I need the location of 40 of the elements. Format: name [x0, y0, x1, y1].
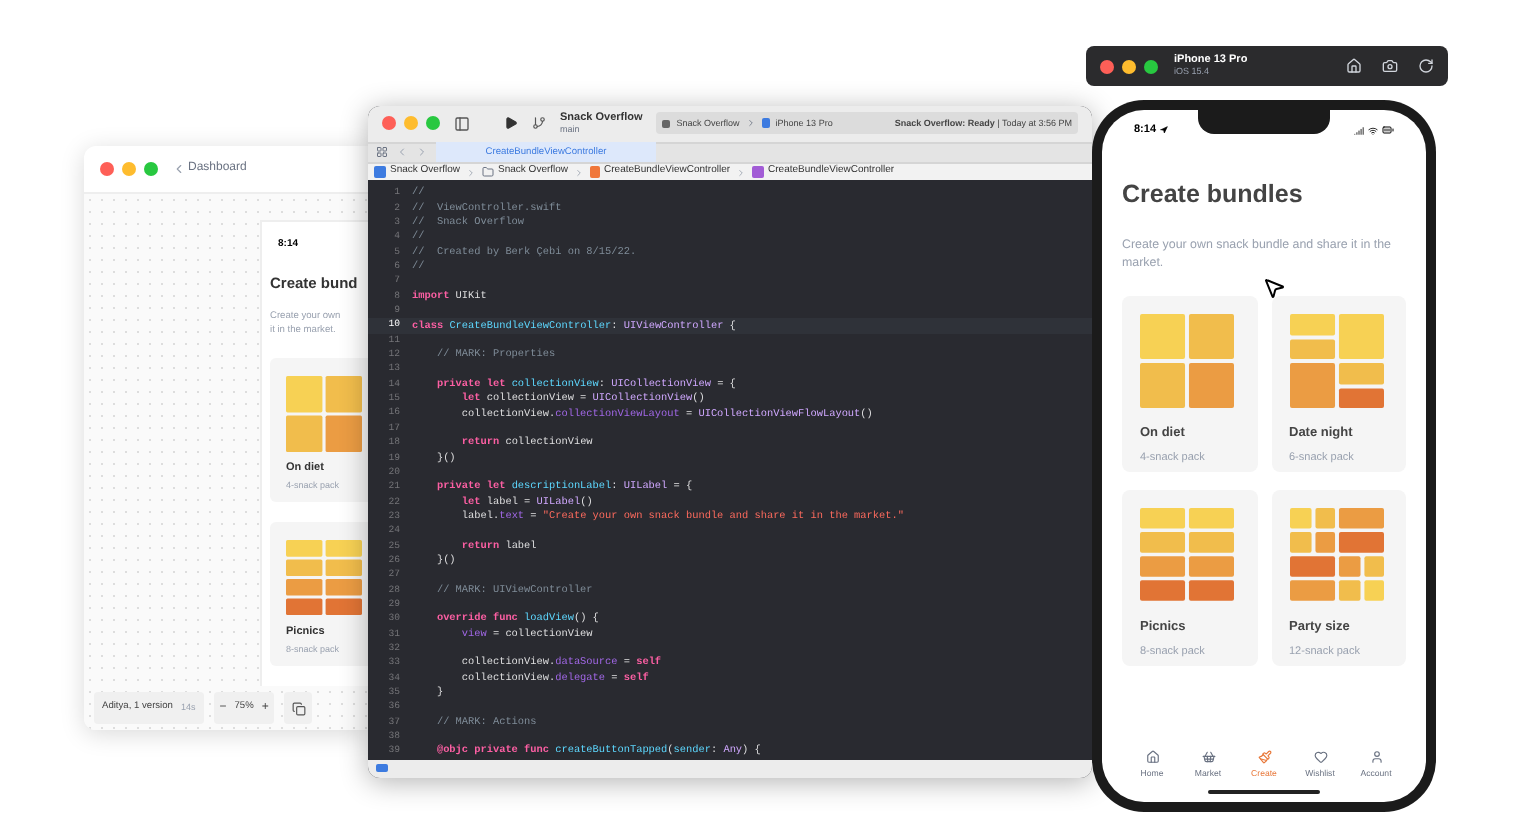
snack-tiles-icon [286, 375, 362, 452]
run-icon[interactable] [504, 116, 518, 131]
battery-icon [1382, 124, 1394, 136]
snack-tiles-icon [1289, 507, 1383, 602]
home-indicator [1208, 789, 1320, 794]
folder-icon [482, 166, 495, 179]
device-icon [761, 118, 770, 129]
screenshot-icon[interactable] [1382, 58, 1398, 74]
chevron-icon [466, 167, 477, 178]
signal-icon [1354, 125, 1364, 135]
user-icon [1369, 750, 1383, 765]
snack-tiles-icon [286, 539, 362, 616]
heart-icon [1313, 750, 1327, 765]
mouse-cursor-icon [1262, 276, 1286, 300]
project-icon [374, 166, 386, 179]
copy-button[interactable] [284, 692, 313, 724]
basket-icon [1201, 750, 1215, 765]
chevron-icon [574, 167, 585, 178]
swift-file-icon [590, 166, 601, 179]
grid-icon[interactable] [376, 146, 388, 159]
screen-title: Create bundles [1122, 178, 1305, 212]
wifi-icon [1368, 125, 1378, 135]
phone-notch [1198, 110, 1330, 134]
brush-icon [1257, 750, 1271, 765]
home-button-icon[interactable] [1346, 58, 1362, 74]
scheme-icon [662, 119, 671, 128]
snack-tiles-icon [1289, 313, 1383, 408]
chevron-icon [736, 167, 747, 178]
rotate-icon[interactable] [1418, 58, 1434, 74]
back-chevron-icon[interactable] [172, 162, 186, 176]
console-toggle-icon[interactable] [376, 764, 388, 773]
class-icon [752, 166, 765, 179]
home-icon [1145, 750, 1159, 765]
chevron-icon [745, 118, 756, 129]
branch-icon [532, 116, 546, 131]
sidebar-icon[interactable] [454, 115, 470, 132]
location-icon [1160, 126, 1169, 134]
copy-icon [291, 701, 306, 715]
snack-tiles-icon [1140, 507, 1234, 602]
snack-tiles-icon [1140, 313, 1234, 408]
